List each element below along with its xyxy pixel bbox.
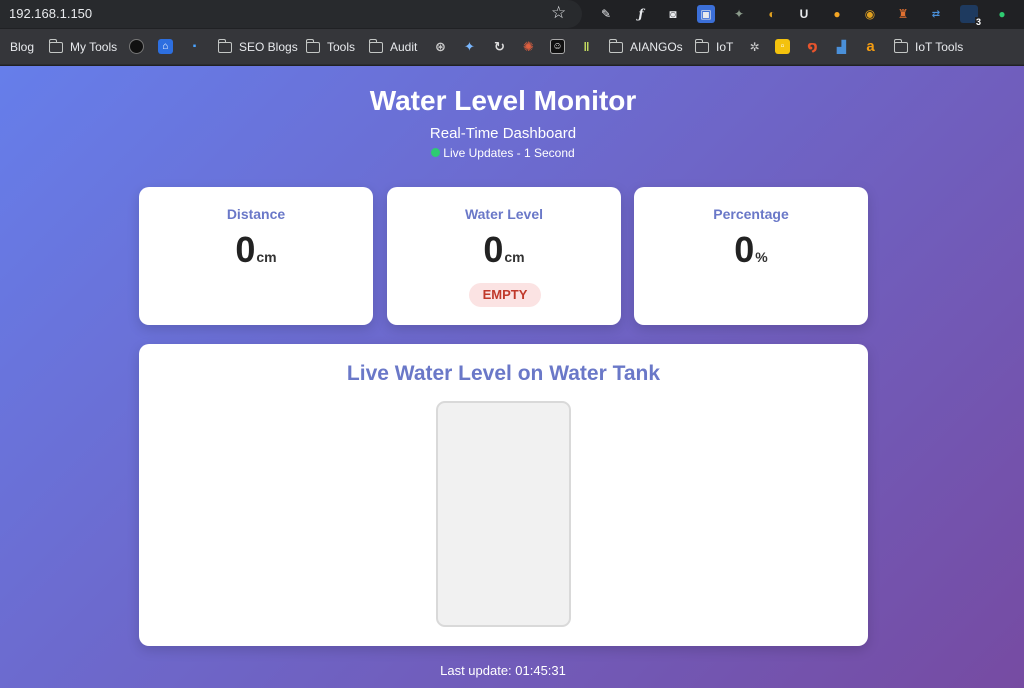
tank-title: Live Water Level on Water Tank	[346, 362, 661, 385]
bookmark-folder-iot[interactable]: IoT	[694, 38, 734, 56]
live-status-text: Live Updates - 1 Second	[443, 146, 575, 160]
folder-icon	[608, 38, 623, 53]
bookmark-folder-tools[interactable]: Tools	[305, 38, 356, 56]
favicon-gear-icon[interactable]: ✲	[747, 39, 762, 54]
favicon-spark-icon[interactable]: ✺	[521, 39, 536, 54]
folder-icon	[217, 38, 232, 53]
favicon-yellow-icon[interactable]: ▫	[775, 39, 790, 54]
water-tank	[436, 401, 571, 627]
extension-shield-icon[interactable]: ▣	[697, 5, 715, 23]
arrows-icon[interactable]: ⇄	[927, 5, 945, 23]
distance-value: 0	[235, 229, 256, 270]
percentage-card: Percentage 0%	[634, 187, 868, 325]
bookmarks-bar: Blog My Tools ⌂ ▪ SEO Blogs Tools Audit …	[0, 29, 1024, 65]
live-status: Live Updates - 1 Second	[0, 146, 1006, 160]
extension-badge-icon[interactable]: 3	[960, 5, 982, 27]
percentage-value: 0	[734, 229, 755, 270]
bookmark-iot-label: IoT	[716, 40, 734, 54]
favicon-bot-icon[interactable]: ☺	[550, 39, 565, 54]
moon-icon[interactable]: ◐	[763, 5, 781, 23]
distance-label: Distance	[226, 206, 286, 222]
extension-badge-count: 3	[974, 17, 982, 27]
bookmark-folder-audit[interactable]: Audit	[368, 38, 418, 56]
folder-icon	[305, 38, 320, 53]
page-subtitle: Real-Time Dashboard	[429, 125, 577, 142]
percentage-label: Percentage	[713, 206, 789, 222]
balloon-icon[interactable]: ●	[828, 5, 846, 23]
browser-toolbar: 192.168.1.150 ☆ ✎ ƒ ◙ ▣ ✦ ◐ U ● ◉ ♜ ⇄ 3 …	[0, 0, 1024, 29]
folder-icon	[48, 38, 63, 53]
tank-panel: Live Water Level on Water Tank	[139, 344, 868, 646]
status-badge: EMPTY	[469, 283, 541, 307]
favicon-openai-icon[interactable]: ⊛	[433, 39, 448, 54]
percentage-value-row: 0%	[634, 229, 868, 271]
live-dot-icon	[431, 148, 441, 157]
water-level-card: Water Level 0cm EMPTY	[387, 187, 621, 325]
page-title: Water Level Monitor	[369, 85, 637, 116]
eyedropper-icon[interactable]: ✎	[597, 5, 615, 23]
grammarly-icon[interactable]: ●	[993, 5, 1011, 23]
font-icon[interactable]: ƒ	[632, 5, 650, 23]
favicon-swirl-icon[interactable]: ໑	[805, 39, 820, 54]
favicon-chart-icon[interactable]: ▟	[834, 39, 849, 54]
favicon-refresh-icon[interactable]: ↻	[492, 39, 507, 54]
folder-icon	[893, 38, 908, 53]
favicon-amazon-icon[interactable]: a	[863, 38, 878, 55]
favicon-circle-icon[interactable]	[129, 39, 144, 54]
bookmark-blog-label: Blog	[10, 40, 35, 54]
bookmark-iot-tools-label: IoT Tools	[915, 40, 964, 54]
bookmark-folder-my-tools[interactable]: My Tools	[48, 38, 118, 56]
badge-icon[interactable]: ◉	[861, 5, 879, 23]
water-level-value-row: 0cm	[387, 229, 621, 271]
chess-icon[interactable]: ♜	[894, 5, 912, 23]
water-level-value: 0	[483, 229, 504, 270]
bookmark-my-tools-label: My Tools	[70, 40, 118, 54]
favicon-square-icon[interactable]: ▪	[187, 39, 202, 54]
bookmark-tools-label: Tools	[327, 40, 356, 54]
favicon-wifi-icon[interactable]: ⌂	[158, 39, 173, 54]
bookmark-folder-iot-tools[interactable]: IoT Tools	[893, 38, 964, 56]
url-text[interactable]: 192.168.1.150	[9, 6, 92, 21]
address-bar[interactable]: 192.168.1.150 ☆	[0, 0, 582, 28]
dashboard-page: Water Level Monitor Real-Time Dashboard …	[0, 66, 1024, 688]
water-level-unit: cm	[504, 249, 525, 265]
bookmark-folder-aiangos[interactable]: AIANGOs	[608, 38, 683, 56]
last-update: Last update: 01:45:31	[440, 663, 566, 678]
bookmark-seo-blogs-label: SEO Blogs	[239, 40, 298, 54]
ubersuggest-icon[interactable]: U	[795, 5, 813, 23]
extension-puzzle-icon[interactable]: ✦	[730, 5, 748, 23]
bookmark-star-icon[interactable]: ☆	[551, 3, 566, 23]
favicon-gemini-icon[interactable]: ✦	[462, 39, 477, 54]
folder-icon	[368, 38, 383, 53]
percentage-unit: %	[755, 249, 768, 265]
favicon-bars-icon[interactable]: ‖	[579, 39, 594, 54]
bookmark-folder-seo-blogs[interactable]: SEO Blogs	[217, 38, 298, 56]
camera-icon[interactable]: ◙	[664, 5, 682, 23]
distance-unit: cm	[256, 249, 277, 265]
folder-icon	[694, 38, 709, 53]
distance-value-row: 0cm	[139, 229, 373, 271]
distance-card: Distance 0cm	[139, 187, 373, 325]
bookmark-blog[interactable]: Blog	[10, 38, 34, 56]
water-level-label: Water Level	[464, 206, 544, 222]
bookmark-aiangos-label: AIANGOs	[630, 40, 683, 54]
bookmark-audit-label: Audit	[390, 40, 418, 54]
